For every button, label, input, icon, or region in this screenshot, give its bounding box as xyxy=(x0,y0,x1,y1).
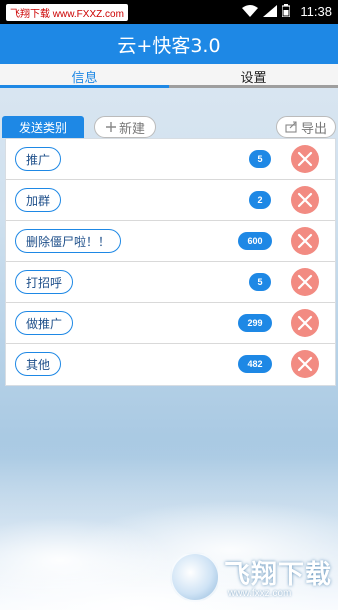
delete-button[interactable] xyxy=(291,350,319,378)
count-badge: 5 xyxy=(249,273,271,291)
list-item: 其他 482 xyxy=(6,344,335,385)
watermark-logo-icon xyxy=(170,552,220,602)
new-label: 新建 xyxy=(118,121,145,137)
status-bar: 飞翔下载 www.FXXZ.com 11:38 xyxy=(0,0,338,24)
category-label[interactable]: 删除僵尸啦！！ xyxy=(15,229,122,253)
app-bar: 云+快客3.0 xyxy=(0,24,338,64)
close-icon xyxy=(297,151,313,167)
delete-button[interactable] xyxy=(291,186,319,214)
export-label: 导出 xyxy=(300,121,327,137)
tab-label: 信息 xyxy=(71,70,98,86)
category-list: 推广 5 加群 2 删除僵尸啦！！ 600 打招呼 5 做推广 299 其他 4… xyxy=(5,138,336,386)
watermark: 飞翔下载 www.fxxz.com xyxy=(170,552,338,602)
app-title: 云+快客3.0 xyxy=(117,34,221,57)
close-icon xyxy=(297,233,313,249)
list-item: 删除僵尸啦！！ 600 xyxy=(6,221,335,262)
list-item: 加群 2 xyxy=(6,180,335,221)
watermark-text: 飞翔下载 xyxy=(224,560,333,590)
watermark-url: www.fxxz.com xyxy=(228,588,292,599)
tab-bar: 信息 设置 xyxy=(0,64,338,88)
delete-button[interactable] xyxy=(291,145,319,173)
battery-icon xyxy=(282,4,290,17)
list-item: 推广 5 xyxy=(6,139,335,180)
signal-icon xyxy=(263,4,277,17)
carrier-banner: 飞翔下载 www.FXXZ.com xyxy=(6,4,128,21)
count-badge: 5 xyxy=(249,150,271,168)
list-item: 打招呼 5 xyxy=(6,262,335,303)
category-label[interactable]: 其他 xyxy=(15,352,62,376)
delete-button[interactable] xyxy=(291,227,319,255)
export-icon xyxy=(285,121,297,133)
send-category-label: 发送类别 xyxy=(18,120,67,135)
close-icon xyxy=(297,192,313,208)
category-label[interactable]: 做推广 xyxy=(15,311,74,335)
category-label[interactable]: 加群 xyxy=(15,188,62,212)
send-category-tab[interactable]: 发送类别 xyxy=(2,116,84,138)
close-icon xyxy=(297,274,313,290)
category-label[interactable]: 推广 xyxy=(15,147,62,171)
export-button[interactable]: 导出 xyxy=(276,116,336,138)
tab-messages[interactable]: 信息 xyxy=(0,64,169,88)
category-label[interactable]: 打招呼 xyxy=(15,270,74,294)
list-item: 做推广 299 xyxy=(6,303,335,344)
close-icon xyxy=(297,315,313,331)
count-badge: 600 xyxy=(238,232,272,250)
new-category-button[interactable]: 新建 xyxy=(94,116,156,138)
category-toolbar: 发送类别 新建 导出 xyxy=(2,116,336,138)
delete-button[interactable] xyxy=(291,309,319,337)
tab-settings[interactable]: 设置 xyxy=(169,64,338,88)
plus-icon xyxy=(105,122,116,132)
delete-button[interactable] xyxy=(291,268,319,296)
count-badge: 482 xyxy=(238,355,272,373)
status-time: 11:38 xyxy=(300,4,332,19)
count-badge: 299 xyxy=(238,314,272,332)
close-icon xyxy=(297,356,313,372)
tab-label: 设置 xyxy=(240,70,267,86)
status-icons xyxy=(242,4,290,17)
count-badge: 2 xyxy=(249,191,271,209)
wifi-icon xyxy=(242,4,258,17)
